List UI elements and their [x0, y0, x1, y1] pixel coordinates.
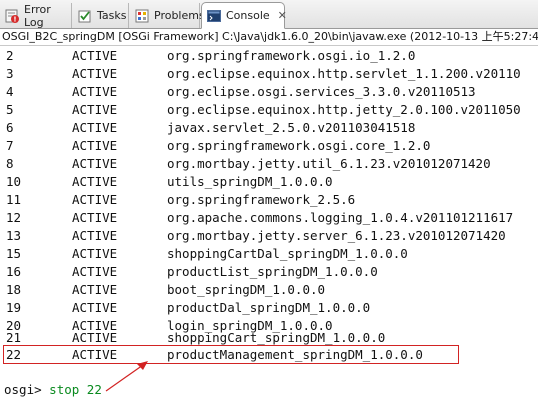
bundle-id: 13	[6, 228, 22, 243]
bundle-id: 18	[6, 282, 22, 297]
bundle-id: 7	[6, 138, 14, 153]
tab-error-log[interactable]: ! Error Log	[0, 2, 72, 29]
error-log-icon: !	[4, 8, 20, 24]
tasks-icon	[77, 8, 93, 24]
bundle-id: 11	[6, 192, 22, 207]
bundle-id: 8	[6, 156, 14, 171]
bundle-state: ACTIVE	[72, 228, 118, 243]
bundle-state: ACTIVE	[72, 246, 118, 261]
bundle-name: org.apache.commons.logging_1.0.4.v201101…	[167, 210, 514, 225]
bundle-state: ACTIVE	[72, 192, 118, 207]
bundle-id: 16	[6, 264, 22, 279]
bundle-state: ACTIVE	[72, 48, 118, 63]
bundle-name: utils_springDM_1.0.0.0	[167, 174, 333, 189]
bundle-state: ACTIVE	[72, 120, 118, 135]
bundle-state: ACTIVE	[72, 264, 118, 279]
close-tab-icon[interactable]: ✕	[278, 9, 287, 22]
bundle-name: org.springframework.osgi.core_1.2.0	[167, 138, 431, 153]
console-output[interactable]: 2 ACTIVE org.springframework.osgi.io_1.2…	[0, 47, 538, 403]
console-process-title: OSGI_B2C_springDM [OSGi Framework] C:\Ja…	[0, 29, 538, 46]
highlight-box	[3, 345, 459, 364]
bundle-name: productList_springDM_1.0.0.0	[167, 264, 378, 279]
console-icon	[206, 8, 222, 24]
bundle-id: 19	[6, 300, 22, 315]
svg-text:!: !	[13, 15, 16, 23]
tab-console[interactable]: Console ✕	[201, 2, 287, 29]
bundle-name: boot_springDM_1.0.0.0	[167, 282, 326, 297]
bundle-state: ACTIVE	[72, 300, 118, 315]
bundle-id: 12	[6, 210, 22, 225]
view-tab-bar: ! Error Log Tasks Problems Console ✕	[0, 0, 538, 29]
bundle-id: 10	[6, 174, 22, 189]
bundle-name: javax.servlet_2.5.0.v201103041518	[167, 120, 416, 135]
bundle-id: 5	[6, 102, 14, 117]
bundle-id: 6	[6, 120, 14, 135]
bundle-id: 2	[6, 48, 14, 63]
problems-icon	[134, 8, 150, 24]
tab-problems-label: Problems	[154, 9, 205, 22]
bundle-id: 3	[6, 66, 14, 81]
tab-error-log-label: Error Log	[24, 2, 51, 29]
bundle-state: ACTIVE	[72, 210, 118, 225]
bundle-name: shoppingCartDal_springDM_1.0.0.0	[167, 246, 408, 261]
bundle-name: org.eclipse.osgi.services_3.3.0.v2011051…	[167, 84, 476, 99]
typed-command[interactable]: stop 22	[49, 382, 102, 397]
bundle-id: 4	[6, 84, 14, 99]
bundle-state: ACTIVE	[72, 102, 118, 117]
bundle-name: org.springframework.osgi.io_1.2.0	[167, 48, 416, 63]
bundle-name: org.mortbay.jetty.util_6.1.23.v201012071…	[167, 156, 491, 171]
bundle-name: org.mortbay.jetty.server_6.1.23.v2010120…	[167, 228, 506, 243]
bundle-state: ACTIVE	[72, 282, 118, 297]
osgi-prompt: osgi>	[4, 382, 42, 397]
bundle-name: org.springframework_2.5.6	[167, 192, 356, 207]
bundle-name: org.eclipse.equinox.http.servlet_1.1.200…	[167, 66, 521, 81]
tab-console-label: Console	[226, 9, 270, 22]
bundle-state: ACTIVE	[72, 156, 118, 171]
bundle-name: productDal_springDM_1.0.0.0	[167, 300, 371, 315]
bundle-id: 15	[6, 246, 22, 261]
tab-problems[interactable]: Problems	[130, 3, 205, 28]
bundle-state: ACTIVE	[72, 84, 118, 99]
bundle-state: ACTIVE	[72, 138, 118, 153]
command-line[interactable]: osgi> stop 22	[4, 381, 102, 399]
tab-tasks[interactable]: Tasks	[73, 3, 129, 28]
bundle-state: ACTIVE	[72, 174, 118, 189]
bundle-name: org.eclipse.equinox.http.jetty_2.0.100.v…	[167, 102, 521, 117]
tab-tasks-label: Tasks	[97, 9, 127, 22]
bundle-state: ACTIVE	[72, 66, 118, 81]
